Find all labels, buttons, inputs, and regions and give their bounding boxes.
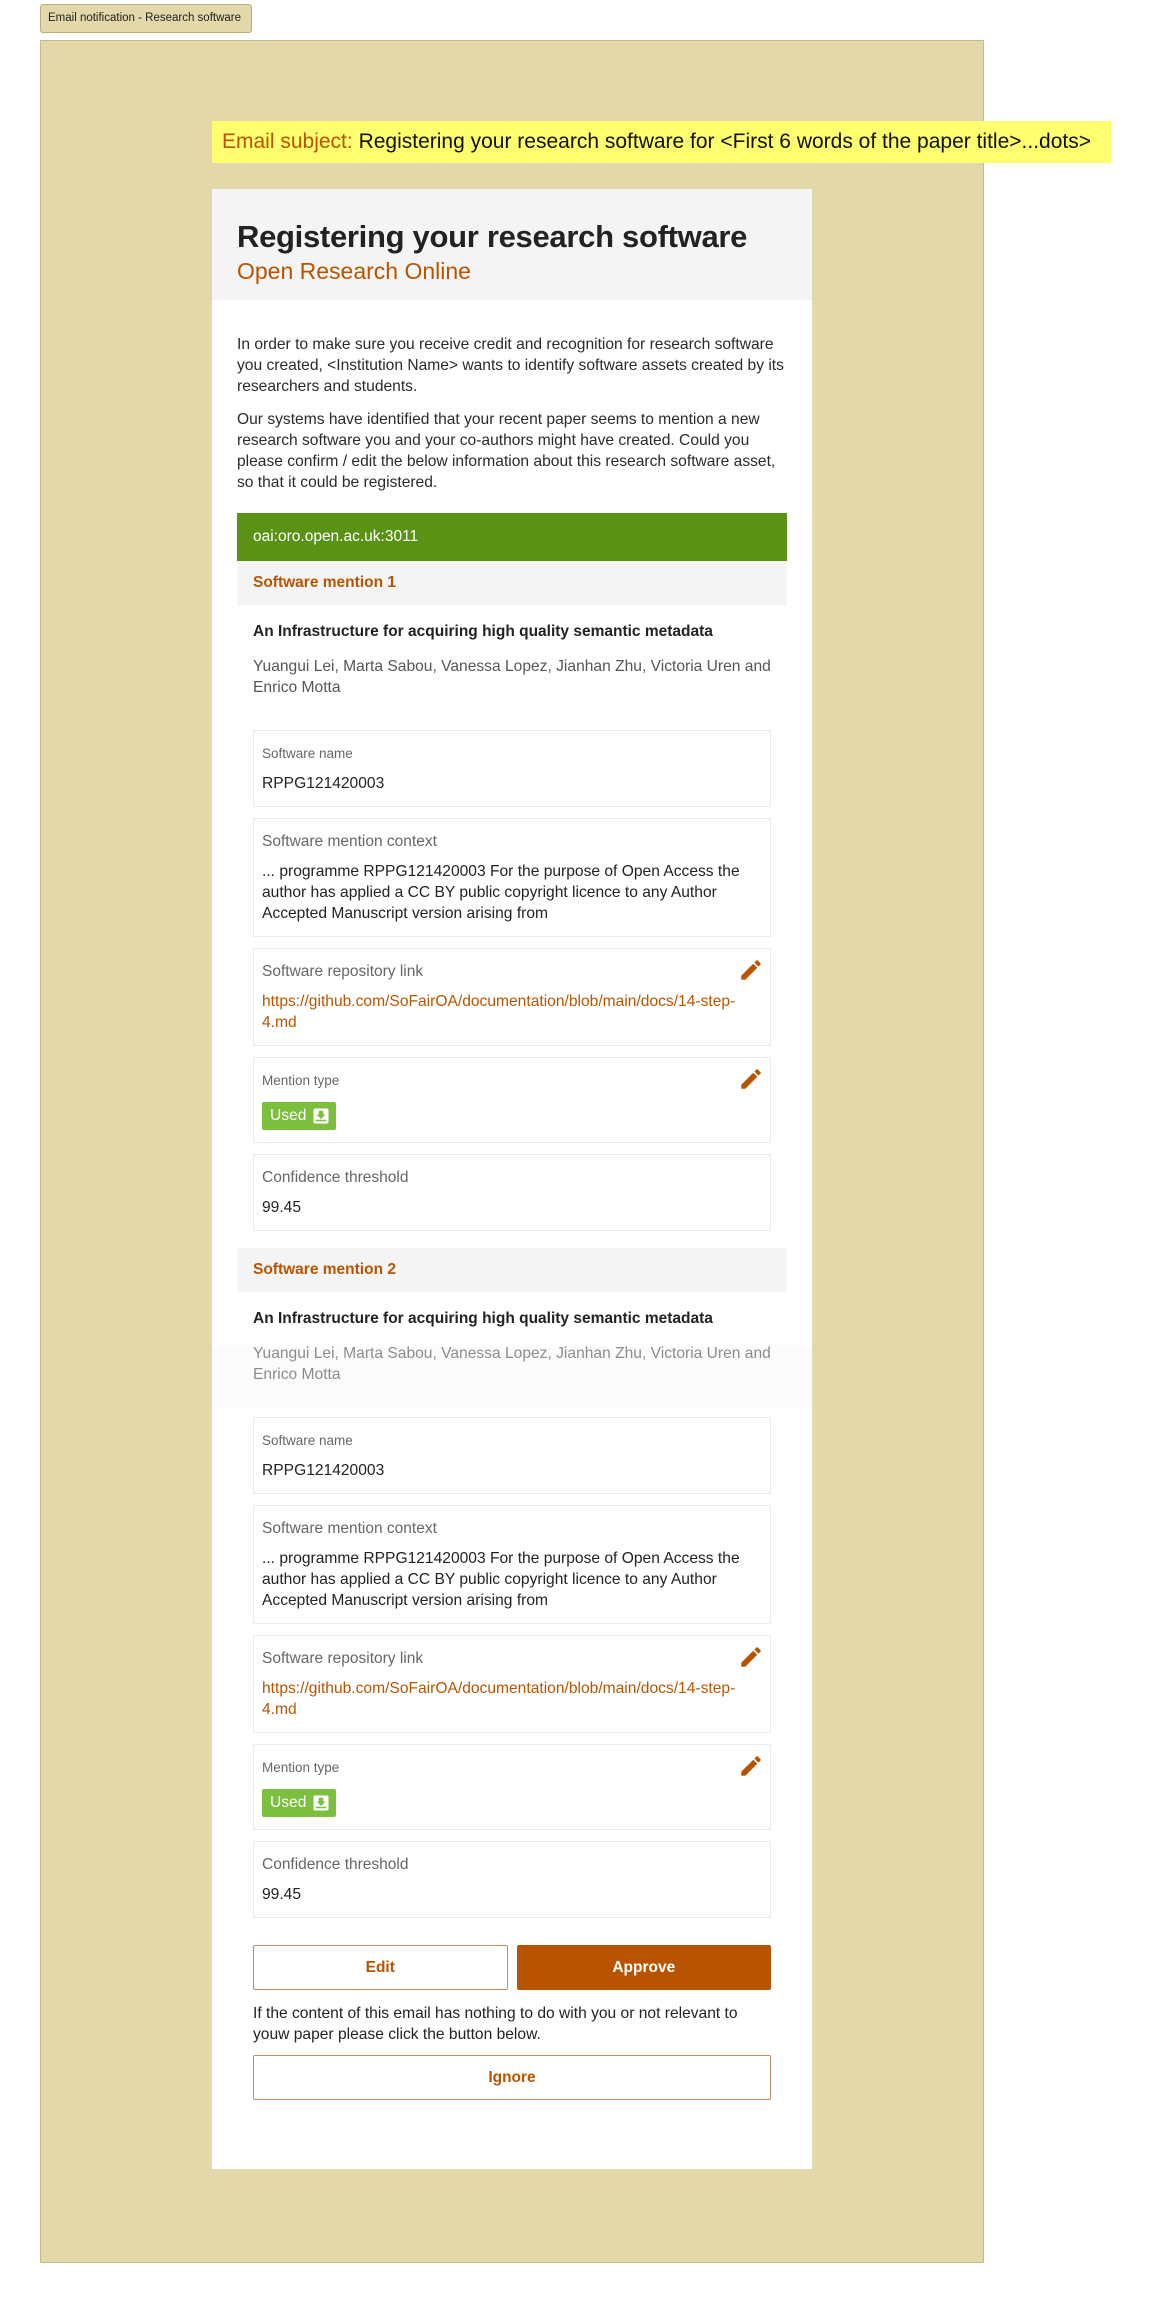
software-mention: Software mention 2 An Infrastructure for… — [237, 1248, 787, 1918]
repository-link[interactable]: https://github.com/SoFairOA/documentatio… — [262, 1678, 762, 1720]
field-label: Software mention context — [262, 833, 437, 850]
mention-heading: Software mention 1 — [237, 561, 787, 605]
paper-authors: Yuangui Lei, Marta Sabou, Vanessa Lopez,… — [253, 658, 771, 696]
field-label: Software mention context — [262, 1520, 437, 1537]
email-subtitle: Open Research Online — [237, 258, 471, 284]
field-label: Mention type — [262, 1760, 340, 1775]
email-body: In order to make sure you receive credit… — [212, 300, 812, 2100]
field-value: 99.45 — [262, 1886, 302, 1903]
email-title: Registering your research software — [237, 219, 748, 254]
mention-type-badge: Used — [262, 1789, 337, 1817]
ignore-button[interactable]: Ignore — [253, 2055, 771, 2100]
approve-button[interactable]: Approve — [516, 1945, 771, 1990]
mention-heading: Software mention 2 — [237, 1248, 787, 1292]
intro-paragraph: Our systems have identified that your re… — [237, 411, 776, 491]
paper-authors: Yuangui Lei, Marta Sabou, Vanessa Lopez,… — [253, 1345, 771, 1383]
record-id-bar: oai:oro.open.ac.uk:3011 — [237, 513, 787, 561]
email-actions: Edit Approve If the content of this emai… — [237, 1929, 787, 2100]
ignore-note: If the content of this email has nothing… — [253, 2005, 738, 2043]
field-value: RPPG121420003 — [262, 1462, 385, 1479]
field-label: Confidence threshold — [262, 1856, 409, 1873]
pencil-icon[interactable] — [738, 1644, 764, 1670]
badge-label: Used — [270, 1107, 307, 1124]
field-label: Software name — [262, 746, 353, 761]
download-tray-icon — [313, 1795, 329, 1811]
mention-fields: Software name RPPG121420003 Software men… — [253, 1417, 771, 1918]
repository-link-field: Software repository link https://github.… — [253, 948, 771, 1046]
field-label: Confidence threshold — [262, 1169, 409, 1186]
email-subject-label: Email subject: — [222, 130, 353, 153]
email-subject-bar: Email subject: Registering your research… — [212, 121, 1111, 163]
intro-paragraph: In order to make sure you receive credit… — [237, 336, 784, 395]
mention-body: An Infrastructure for acquiring high qua… — [237, 605, 787, 1231]
pencil-icon[interactable] — [738, 1753, 764, 1779]
email-card: Registering your research software Open … — [212, 189, 812, 2169]
mention-fields: Software name RPPG121420003 Software men… — [253, 730, 771, 1231]
confidence-field: Confidence threshold 99.45 — [253, 1154, 771, 1231]
paper-title: An Infrastructure for acquiring high qua… — [253, 623, 713, 640]
mention-type-field: Mention type Used — [253, 1744, 771, 1830]
repository-link[interactable]: https://github.com/SoFairOA/documentatio… — [262, 991, 762, 1033]
repository-link-field: Software repository link https://github.… — [253, 1635, 771, 1733]
edit-button[interactable]: Edit — [253, 1945, 508, 1990]
mention-context-field: Software mention context ... programme R… — [253, 818, 771, 937]
pencil-icon[interactable] — [738, 957, 764, 983]
field-value: ... programme RPPG121420003 For the purp… — [262, 1550, 740, 1609]
mention-type-badge: Used — [262, 1102, 337, 1130]
window-tab[interactable]: Email notification - Research software — [40, 4, 252, 33]
field-label: Mention type — [262, 1073, 340, 1088]
field-label: Software repository link — [262, 963, 424, 980]
pencil-icon[interactable] — [738, 1066, 764, 1092]
download-tray-icon — [313, 1108, 329, 1124]
mention-body: An Infrastructure for acquiring high qua… — [237, 1292, 787, 1918]
email-header: Registering your research software Open … — [212, 189, 812, 300]
mention-type-field: Mention type Used — [253, 1057, 771, 1143]
badge-label: Used — [270, 1794, 307, 1811]
field-label: Software repository link — [262, 1650, 424, 1667]
email-subject-text: Registering your research software for <… — [358, 130, 1091, 153]
field-value: RPPG121420003 — [262, 775, 385, 792]
field-value: ... programme RPPG121420003 For the purp… — [262, 863, 740, 922]
software-mention: Software mention 1 An Infrastructure for… — [237, 561, 787, 1231]
software-name-field: Software name RPPG121420003 — [253, 1417, 771, 1494]
action-buttons: Edit Approve — [253, 1945, 771, 1990]
field-value: 99.45 — [262, 1199, 302, 1216]
software-name-field: Software name RPPG121420003 — [253, 730, 771, 807]
confidence-field: Confidence threshold 99.45 — [253, 1841, 771, 1918]
field-label: Software name — [262, 1433, 353, 1448]
mention-context-field: Software mention context ... programme R… — [253, 1505, 771, 1624]
paper-title: An Infrastructure for acquiring high qua… — [253, 1310, 713, 1327]
